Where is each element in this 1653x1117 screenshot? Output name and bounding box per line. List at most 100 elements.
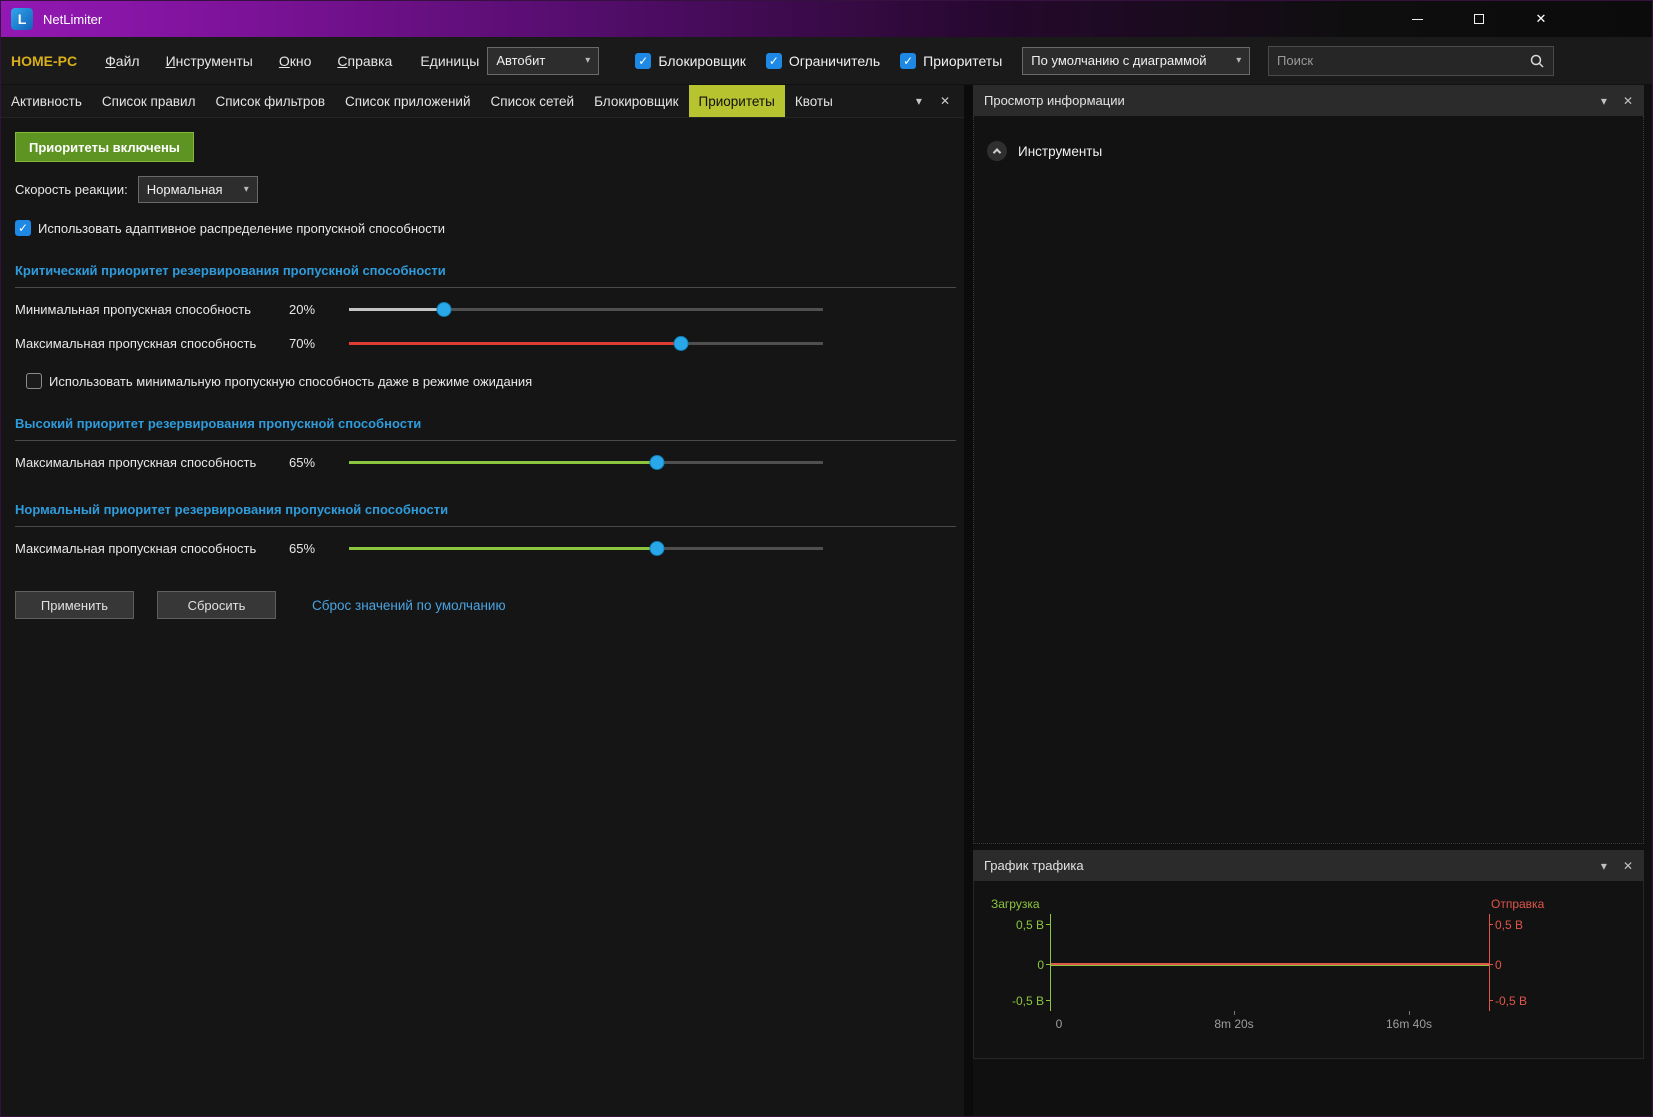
close-button[interactable]: ✕ bbox=[1518, 1, 1564, 37]
critical-min-slider[interactable] bbox=[349, 302, 823, 317]
search-input[interactable] bbox=[1277, 53, 1529, 68]
right-axis-line bbox=[1489, 914, 1490, 1011]
critical-min-row: Минимальная пропускная способность 20% bbox=[15, 297, 956, 322]
slider-thumb[interactable] bbox=[436, 302, 452, 317]
priorities-checkbox[interactable]: ✓ bbox=[900, 52, 917, 69]
menu-tools[interactable]: Инструменты bbox=[166, 53, 253, 69]
high-section-title: Высокий приоритет резервирования пропуск… bbox=[15, 416, 956, 441]
idle-checkbox[interactable]: ✓ bbox=[26, 373, 42, 389]
adaptive-distribution-row[interactable]: ✓ Использовать адаптивное распределение … bbox=[15, 220, 956, 236]
critical-max-row: Максимальная пропускная способность 70% bbox=[15, 331, 956, 356]
app-logo-icon: L bbox=[11, 8, 33, 30]
tab-priorities[interactable]: Приоритеты bbox=[688, 85, 785, 117]
tab-close-icon[interactable]: ✕ bbox=[940, 94, 950, 108]
info-panel-title: Просмотр информации bbox=[984, 93, 1125, 108]
netlimiter-window: L NetLimiter ✕ HOME-PC Файл Инструменты … bbox=[0, 0, 1653, 1117]
right-tick-label: -0,5 B bbox=[1495, 994, 1528, 1008]
info-panel-body: Инструменты bbox=[973, 116, 1644, 844]
tab-app-list[interactable]: Список приложений bbox=[335, 85, 481, 117]
info-panel-header: Просмотр информации ▾ ✕ bbox=[973, 85, 1644, 116]
blocker-checkbox[interactable]: ✓ bbox=[635, 52, 652, 69]
units-dropdown[interactable]: Автобит ▾ bbox=[487, 46, 600, 75]
left-tickmark bbox=[1046, 964, 1050, 965]
toggle-priorities-label: Приоритеты bbox=[923, 52, 1003, 69]
tabbar: Активность Список правил Список фильтров Сп… bbox=[1, 85, 964, 118]
layout-value: По умолчанию с диаграммой bbox=[1031, 53, 1207, 68]
tab-strip: Активность Список правил Список фильтров Сп… bbox=[1, 85, 843, 117]
slider-label: Максимальная пропускная способность bbox=[15, 455, 257, 470]
window-controls: ✕ bbox=[1394, 1, 1564, 37]
units-value: Автобит bbox=[496, 53, 546, 68]
check-icon: ✓ bbox=[903, 53, 914, 68]
x-tick-label: 0 bbox=[1055, 1017, 1063, 1031]
left-tick-label: 0 bbox=[1037, 958, 1044, 972]
units-label: Единицы bbox=[420, 52, 480, 69]
slider-thumb[interactable] bbox=[649, 455, 665, 470]
tab-overflow-chevron-icon[interactable]: ▾ bbox=[916, 94, 922, 108]
reaction-speed-dropdown[interactable]: Нормальная ▾ bbox=[137, 176, 258, 203]
download-series-label: Загрузка bbox=[991, 897, 1040, 911]
limiter-checkbox[interactable]: ✓ bbox=[765, 52, 782, 69]
minimize-icon bbox=[1411, 18, 1423, 20]
reset-button[interactable]: Сбросить bbox=[157, 591, 276, 619]
slider-thumb[interactable] bbox=[649, 541, 665, 556]
x-tickmark bbox=[1409, 1011, 1410, 1015]
chevron-down-icon: ▾ bbox=[1236, 55, 1242, 66]
idle-min-bandwidth-row[interactable]: ✓ Использовать минимальную пропускную сп… bbox=[26, 373, 956, 389]
slider-thumb[interactable] bbox=[673, 336, 689, 351]
menu-window[interactable]: Окно bbox=[279, 53, 312, 69]
tab-filter-list[interactable]: Список фильтров bbox=[205, 85, 335, 117]
tools-expander-label: Инструменты bbox=[1018, 143, 1103, 159]
tab-activity[interactable]: Активность bbox=[1, 85, 92, 117]
close-icon: ✕ bbox=[1535, 11, 1547, 26]
slider-value: 65% bbox=[289, 541, 316, 556]
check-icon: ✓ bbox=[768, 53, 779, 68]
right-tickmark bbox=[1489, 924, 1493, 925]
apply-button[interactable]: Применить bbox=[15, 591, 134, 619]
toggle-priorities[interactable]: ✓ Приоритеты bbox=[900, 52, 1003, 69]
tab-quotas[interactable]: Квоты bbox=[785, 85, 843, 117]
x-tick-label: 8m 20s bbox=[1214, 1017, 1254, 1031]
panel-splitter[interactable] bbox=[964, 85, 973, 1116]
graph-panel-title: График трафика bbox=[984, 858, 1084, 873]
panel-close-icon[interactable]: ✕ bbox=[1623, 859, 1633, 873]
chevron-down-icon: ▾ bbox=[585, 55, 591, 66]
panel-close-icon[interactable]: ✕ bbox=[1623, 94, 1633, 108]
minimize-button[interactable] bbox=[1394, 1, 1440, 37]
upload-series-label: Отправка bbox=[1491, 897, 1545, 911]
right-column: Просмотр информации ▾ ✕ Инструменты Граф… bbox=[973, 85, 1644, 1059]
menu-help[interactable]: Справка bbox=[337, 53, 392, 69]
idle-checkbox-label: Использовать минимальную пропускную спос… bbox=[49, 373, 533, 389]
high-max-slider[interactable] bbox=[349, 455, 823, 470]
panel-menu-chevron-icon[interactable]: ▾ bbox=[1601, 94, 1607, 108]
critical-max-slider[interactable] bbox=[349, 336, 823, 351]
slider-label: Максимальная пропускная способность bbox=[15, 541, 257, 556]
right-tick-label: 0 bbox=[1495, 958, 1502, 972]
collapse-circle-button[interactable] bbox=[987, 141, 1007, 161]
window-title: NetLimiter bbox=[43, 11, 103, 27]
right-tick-label: 0,5 B bbox=[1495, 918, 1524, 932]
slider-label: Минимальная пропускная способность bbox=[15, 302, 251, 317]
toggle-limiter[interactable]: ✓ Ограничитель bbox=[765, 52, 880, 69]
x-tick-label: 16m 40s bbox=[1385, 1017, 1433, 1031]
check-icon: ✓ bbox=[638, 53, 649, 68]
adaptive-checkbox[interactable]: ✓ bbox=[15, 220, 31, 236]
tab-network-list[interactable]: Список сетей bbox=[481, 85, 585, 117]
info-view-panel: Просмотр информации ▾ ✕ Инструменты bbox=[973, 85, 1644, 844]
normal-max-slider[interactable] bbox=[349, 541, 823, 556]
tools-expander[interactable]: Инструменты bbox=[974, 116, 1643, 161]
left-tickmark bbox=[1046, 924, 1050, 925]
toggle-blocker[interactable]: ✓ Блокировщик bbox=[635, 52, 746, 69]
maximize-button[interactable] bbox=[1456, 1, 1502, 37]
normal-max-row: Максимальная пропускная способность 65% bbox=[15, 536, 956, 561]
tab-blocker[interactable]: Блокировщик bbox=[584, 85, 688, 117]
panel-menu-chevron-icon[interactable]: ▾ bbox=[1601, 859, 1607, 873]
tab-rule-list[interactable]: Список правил bbox=[92, 85, 206, 117]
right-tickmark bbox=[1489, 1000, 1493, 1001]
priorities-enabled-button[interactable]: Приоритеты включены bbox=[15, 132, 194, 162]
search-icon bbox=[1530, 54, 1544, 68]
menu-file[interactable]: Файл bbox=[105, 53, 139, 69]
layout-dropdown[interactable]: По умолчанию с диаграммой ▾ bbox=[1022, 46, 1251, 75]
reset-defaults-link[interactable]: Сброс значений по умолчанию bbox=[312, 598, 506, 613]
chevron-up-icon bbox=[992, 148, 1002, 157]
